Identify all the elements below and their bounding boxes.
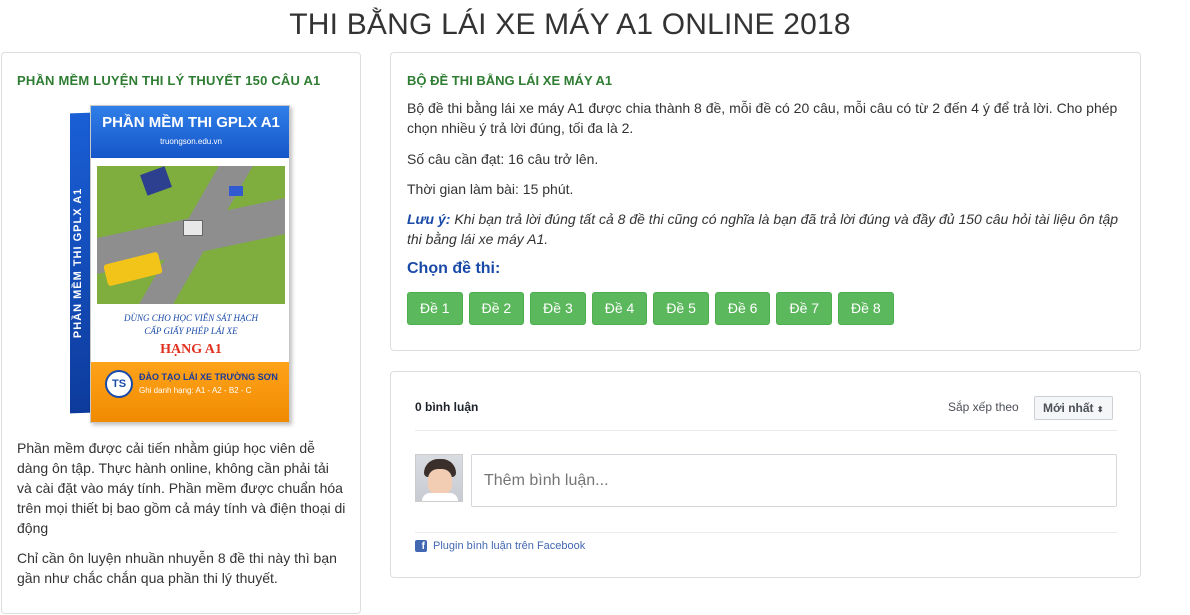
software-description: Phần mềm được cải tiến nhằm giúp học viê… — [17, 440, 346, 536]
sort-selected-value: Mới nhất — [1043, 401, 1094, 415]
note-label: Lưu ý: — [407, 211, 451, 227]
exam-pass-requirement: Số câu cần đạt: 16 câu trở lên. — [407, 151, 599, 167]
box-side-text: PHẦN MỀM THI GPLX A1 — [72, 187, 84, 339]
software-panel: PHẦN MỀM LUYỆN THI LÝ THUYẾT 150 CÂU A1 … — [1, 52, 361, 614]
software-tip: Chỉ cần ôn luyện nhuần nhuyễn 8 đề thi n… — [17, 550, 337, 586]
choose-exam-label: Chọn đề thi: — [407, 260, 501, 277]
comments-divider-bottom — [415, 532, 1117, 533]
exam-intro: Bộ đề thi bằng lái xe máy A1 được chia t… — [407, 100, 1118, 136]
exam-5-button[interactable]: Đề 5 — [653, 292, 709, 325]
van-icon — [183, 220, 203, 236]
box-bottom-banner: TS ĐÀO TẠO LÁI XE TRƯỜNG SƠN Ghi danh hạ… — [91, 362, 289, 422]
box-school-name: ĐÀO TẠO LÁI XE TRƯỜNG SƠN — [139, 372, 278, 382]
exam-button-group: Đề 1 Đề 2 Đề 3 Đề 4 Đề 5 Đề 6 Đề 7 Đề 8 — [407, 292, 900, 325]
exam-1-button[interactable]: Đề 1 — [407, 292, 463, 325]
software-heading: PHẦN MỀM LUYỆN THI LÝ THUYẾT 150 CÂU A1 — [17, 73, 321, 88]
software-box-image: PHẦN MỀM THI GPLX A1 PHẦN MỀM THI GPLX A… — [70, 105, 294, 423]
sort-label: Sắp xếp theo — [948, 400, 1019, 414]
note-text: Khi bạn trả lời đúng tất cả 8 đề thi cũn… — [407, 211, 1119, 247]
facebook-plugin-link[interactable]: f Plugin bình luận trên Facebook — [415, 540, 585, 552]
avatar-body — [422, 493, 458, 501]
updown-arrows-icon: ⬍ — [1096, 405, 1104, 414]
avatar — [415, 454, 463, 502]
box-url: truongson.edu.vn — [160, 137, 222, 146]
box-front: PHẦN MỀM THI GPLX A1 truongson.edu.vn DÙ… — [90, 105, 290, 423]
truck-icon — [140, 166, 172, 196]
sort-select[interactable]: Mới nhất ⬍ — [1034, 396, 1113, 420]
box-side: PHẦN MỀM THI GPLX A1 — [70, 112, 92, 414]
box-caption-line-2: CẤP GIẤY PHÉP LÁI XE — [144, 326, 238, 336]
exam-set-heading: BỘ ĐỀ THI BẰNG LÁI XE MÁY A1 — [407, 73, 613, 88]
facebook-comments-panel: 0 bình luận Sắp xếp theo Mới nhất ⬍ f Pl… — [390, 371, 1141, 578]
exam-6-button[interactable]: Đề 6 — [714, 292, 771, 325]
school-logo-icon: TS — [105, 370, 133, 398]
comments-divider-top — [415, 430, 1117, 431]
exam-set-panel: BỘ ĐỀ THI BẰNG LÁI XE MÁY A1 Bộ đề thi b… — [390, 52, 1141, 351]
avatar-face — [428, 469, 452, 495]
exam-3-button[interactable]: Đề 3 — [530, 292, 586, 325]
page-title: THI BẰNG LÁI XE MÁY A1 ONLINE 2018 — [289, 8, 851, 41]
exam-2-button[interactable]: Đề 2 — [468, 292, 525, 325]
box-title: PHẦN MỀM THI GPLX A1 — [102, 114, 280, 131]
exam-4-button[interactable]: Đề 4 — [591, 292, 648, 325]
exam-time-limit: Thời gian làm bài: 15 phút. — [407, 181, 574, 197]
car-icon — [229, 186, 243, 196]
intersection-illustration — [97, 166, 285, 304]
comment-count: 0 bình luận — [415, 400, 479, 414]
facebook-plugin-label: Plugin bình luận trên Facebook — [433, 540, 586, 552]
box-caption: DÙNG CHO HỌC VIÊN SÁT HẠCH CẤP GIẤY PHÉP… — [91, 312, 289, 338]
box-license-class: HẠNG A1 — [160, 342, 222, 357]
exam-7-button[interactable]: Đề 7 — [776, 292, 833, 325]
comment-input[interactable] — [471, 454, 1117, 507]
exam-note: Lưu ý: Khi bạn trả lời đúng tất cả 8 đề … — [407, 209, 1127, 249]
facebook-icon: f — [415, 540, 427, 552]
box-caption-line-1: DÙNG CHO HỌC VIÊN SÁT HẠCH — [123, 313, 259, 323]
box-licenses: Ghi danh hạng: A1 - A2 - B2 - C — [139, 386, 252, 395]
box-top-banner: PHẦN MỀM THI GPLX A1 truongson.edu.vn — [91, 106, 289, 158]
exam-8-button[interactable]: Đề 8 — [838, 292, 894, 325]
